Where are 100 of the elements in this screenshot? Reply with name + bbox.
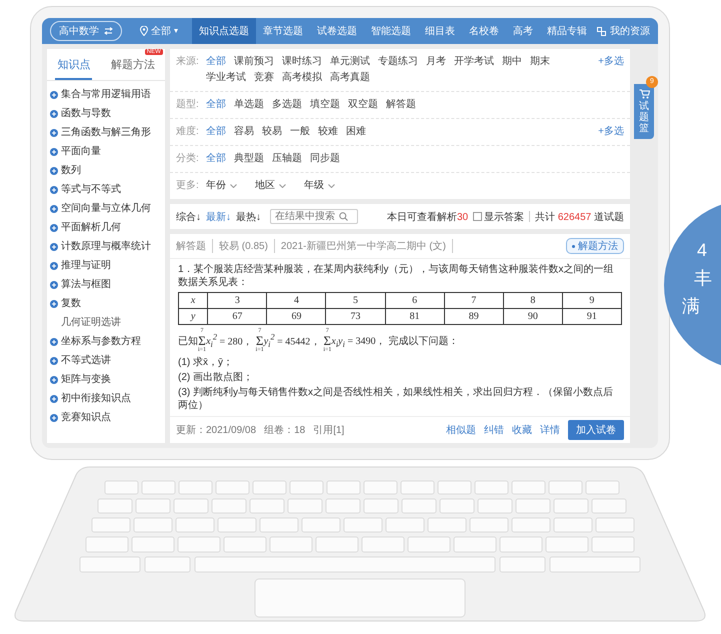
filter-option[interactable]: 课时练习 [282,54,322,70]
filter-option[interactable]: 开学考试 [454,54,494,70]
sidebar-item[interactable]: 计数原理与概率统计 [47,237,165,256]
filter-option[interactable]: 解答题 [386,97,416,113]
filter-option[interactable]: 较难 [318,124,338,140]
region-selector[interactable]: 全部 [140,24,178,38]
expand-icon [50,262,58,270]
sidebar-item[interactable]: 不等式选讲 [47,351,165,370]
sidebar-item[interactable]: 复数 [47,294,165,313]
add-to-paper-button[interactable]: 加入试卷 [568,420,624,440]
filter-option[interactable]: 双空题 [348,97,378,113]
solution-method-button[interactable]: 解题方法 [566,238,624,254]
nav-tab[interactable]: 知识点选题 [192,18,256,44]
sidebar-item[interactable]: 竞赛知识点 [47,408,165,427]
footer-link[interactable]: 收藏 [512,423,532,437]
sidebar-item[interactable]: 数列 [47,161,165,180]
sidebar-item[interactable]: 集合与常用逻辑用语 [47,85,165,104]
expand-icon [50,376,58,384]
multi-select-link[interactable]: +多选 [598,54,624,70]
filter-option[interactable]: 竞赛 [254,70,274,86]
nav-tab[interactable]: 章节选题 [256,18,310,44]
sidebar-item[interactable]: 几何证明选讲 [47,313,165,332]
sidebar-item[interactable]: 平面解析几何 [47,218,165,237]
question-stem: 1．某个服装店经营某种服装，在某周内获纯利y（元），与该周每天销售这种服装件数x之间的一组数据关系见表： [178,263,615,289]
my-resources-button[interactable]: 我的资源 [597,24,650,38]
filter-option[interactable]: 期中 [502,54,522,70]
expand-icon [50,128,58,136]
filter-option[interactable]: 容易 [234,124,254,140]
search-field[interactable]: 在结果中搜索 [270,209,358,224]
expand-icon [50,394,58,402]
filter-option[interactable]: 全部 [206,97,226,113]
filter-dropdown[interactable]: 年级 [304,178,335,194]
filter-option[interactable]: 全部 [206,54,226,70]
sidebar-item[interactable]: 算法与框图 [47,275,165,294]
question-meta: 2021-新疆巴州第一中学高二期中 (文) [280,239,453,253]
nav-tab[interactable]: 名校卷 [462,18,506,44]
filter-option[interactable]: 高考模拟 [282,70,322,86]
filter-label: 题型: [176,98,200,112]
table-cell: 89 [444,308,504,324]
sidebar-item[interactable]: 平面向量 [47,142,165,161]
filter-option[interactable]: 月考 [426,54,446,70]
filter-option[interactable]: 学业考试 [206,70,246,86]
table-cell: x [178,292,208,308]
sidebar-item[interactable]: 三角函数与解三角形 [47,123,165,142]
sidebar-item[interactable]: 矩阵与变换 [47,370,165,389]
chevron-down-icon [230,184,237,188]
sort-option[interactable]: 最新↓ [206,210,231,224]
filter-option[interactable]: 期末 [530,54,550,70]
nav-tab[interactable]: 智能选题 [364,18,418,44]
table-cell: 73 [326,308,386,324]
footer-link[interactable]: 相似题 [446,423,476,437]
sum-term: x$_{i}$$^{2}$ = 280， [206,332,253,350]
sidebar-item[interactable]: 空间向量与立体几何 [47,199,165,218]
show-answer-checkbox[interactable]: 显示答案 [473,210,524,224]
nav-tab[interactable]: 试卷选题 [310,18,364,44]
filter-option[interactable]: 全部 [206,151,226,167]
footer-link[interactable]: 纠错 [484,423,504,437]
table-cell: 4 [266,292,326,308]
sidebar-tab[interactable]: 知识点 [55,49,92,80]
promo-text: 丰 [694,268,712,288]
sort-option[interactable]: 综合↓ [176,210,201,224]
multi-select-link[interactable]: +多选 [598,124,624,140]
filter-option[interactable]: 填空题 [310,97,340,113]
filter-option[interactable]: 一般 [290,124,310,140]
sort-option[interactable]: 最热↓ [236,210,261,224]
sidebar-item[interactable]: 函数与导数 [47,104,165,123]
expand-icon [50,166,58,174]
expand-icon [50,186,58,194]
filter-option[interactable]: 压轴题 [272,151,302,167]
filter-option[interactable]: 专题练习 [378,54,418,70]
nav-tab[interactable]: 细目表 [418,18,462,44]
nav-tab[interactable]: 精品专辑 [540,18,594,44]
subject-switch-button[interactable]: 高中数学 [50,21,122,41]
sidebar-item[interactable]: 坐标系与参数方程 [47,332,165,351]
sidebar-item[interactable]: 等式与不等式 [47,180,165,199]
filter-option[interactable]: 全部 [206,124,226,140]
question-info: 组卷：18 [264,424,306,437]
filter-option[interactable]: 单选题 [234,97,264,113]
cart-tab[interactable]: 试题篮 [634,84,654,139]
chevron-down-icon [328,184,335,188]
filter-dropdown[interactable]: 地区 [255,178,286,194]
filter-option[interactable]: 高考真题 [330,70,370,86]
filter-option[interactable]: 单元测试 [330,54,370,70]
question-info: 引用[1] [313,424,344,437]
table-cell: 67 [208,308,267,324]
table-cell: 69 [266,308,326,324]
nav-tab[interactable]: 高考 [506,18,540,44]
filter-option[interactable]: 较易 [262,124,282,140]
filter-dropdown[interactable]: 年份 [206,178,237,194]
table-cell: 90 [503,308,562,324]
cart-icon [638,89,650,99]
sidebar-item[interactable]: 推理与证明 [47,256,165,275]
footer-link[interactable]: 详情 [540,423,560,437]
sidebar-item[interactable]: 初中衔接知识点 [47,389,165,408]
filter-option[interactable]: 典型题 [234,151,264,167]
filter-option[interactable]: 课前预习 [234,54,274,70]
filter-option[interactable]: 困难 [346,124,366,140]
filter-option[interactable]: 同步题 [310,151,340,167]
filter-option[interactable]: 多选题 [272,97,302,113]
formula-text: 完成以下问题： [388,334,459,348]
